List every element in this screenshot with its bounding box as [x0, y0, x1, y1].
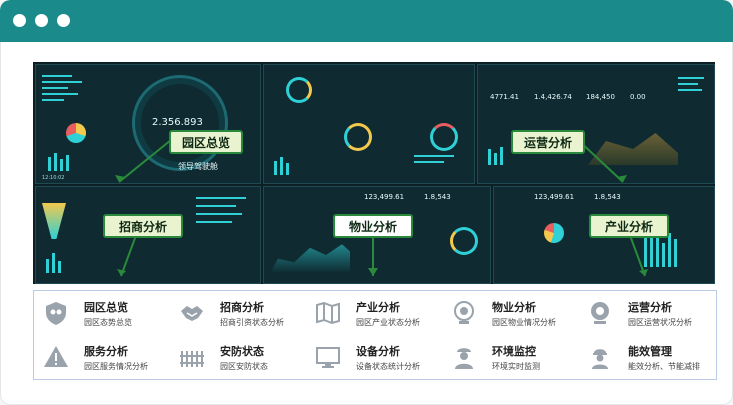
feature-subtitle: 招商引资状态分析 [220, 318, 284, 327]
feature-title: 运营分析 [628, 301, 672, 314]
feature-energy[interactable]: 能效管理 能效分析、节能减排 [578, 337, 714, 377]
feature-title: 环境监控 [492, 345, 536, 358]
callout-investment: 招商分析 [103, 214, 183, 238]
feature-title: 服务分析 [84, 345, 128, 358]
feature-subtitle: 园区产业状态分析 [356, 318, 420, 327]
feature-title: 安防状态 [220, 345, 264, 358]
callout-operations: 运营分析 [511, 130, 585, 154]
feature-subtitle: 能效分析、节能减排 [628, 362, 700, 371]
webcam-icon [591, 302, 609, 324]
callout-overview: 园区总览 [169, 130, 243, 154]
callout-industry: 产业分析 [589, 214, 669, 238]
feature-subtitle: 园区态势总览 [84, 318, 132, 327]
feature-overview[interactable]: 园区总览 园区态势总览 [34, 293, 170, 333]
feature-title: 园区总览 [84, 301, 128, 314]
feature-service[interactable]: 服务分析 园区服务情况分析 [34, 337, 170, 377]
callout-property: 物业分析 [333, 214, 413, 238]
callout-arrows [115, 139, 648, 277]
warning-icon [44, 346, 68, 367]
feature-title: 能效管理 [628, 345, 672, 358]
feature-subtitle: 园区安防状态 [220, 362, 268, 371]
feature-grid: 园区总览 园区态势总览 招商分析 招商引资状态分析 产业分析 园区产业状态分析 … [33, 290, 717, 380]
monitor-icon [316, 347, 340, 368]
feature-subtitle: 园区运营状况分析 [628, 318, 692, 327]
feature-industry[interactable]: 产业分析 园区产业状态分析 [306, 293, 442, 333]
feature-subtitle: 环境实时监测 [492, 362, 540, 371]
feature-title: 设备分析 [356, 345, 400, 358]
window-dot-icon[interactable] [57, 14, 70, 27]
title-bar [0, 0, 733, 42]
guard-icon [455, 348, 473, 369]
map-icon [316, 301, 340, 325]
worker-icon [592, 349, 608, 369]
feature-title: 物业分析 [492, 301, 536, 314]
feature-investment[interactable]: 招商分析 招商引资状态分析 [170, 293, 306, 333]
feature-subtitle: 园区服务情况分析 [84, 362, 148, 371]
feature-title: 产业分析 [356, 301, 400, 314]
feature-environment[interactable]: 环境监控 环境实时监测 [442, 337, 578, 377]
dashboard-preview: 2.356.893 领导驾驶舱 12:10:02 4771.41 1.4,426… [33, 62, 715, 284]
feature-operations[interactable]: 运营分析 园区运营状况分析 [578, 293, 714, 333]
fence-icon [180, 351, 204, 367]
feature-device[interactable]: 设备分析 设备状态统计分析 [306, 337, 442, 377]
shield-people-icon [46, 302, 66, 325]
feature-title: 招商分析 [220, 301, 264, 314]
feature-security[interactable]: 安防状态 园区安防状态 [170, 337, 306, 377]
feature-subtitle: 园区物业情况分析 [492, 318, 556, 327]
window-dot-icon[interactable] [13, 14, 26, 27]
feature-property[interactable]: 物业分析 园区物业情况分析 [442, 293, 578, 333]
feature-subtitle: 设备状态统计分析 [356, 362, 420, 371]
handshake-icon [181, 306, 203, 321]
app-window: 2.356.893 领导驾驶舱 12:10:02 4771.41 1.4,426… [0, 0, 733, 405]
window-dot-icon[interactable] [35, 14, 48, 27]
camera-icon [454, 301, 474, 324]
